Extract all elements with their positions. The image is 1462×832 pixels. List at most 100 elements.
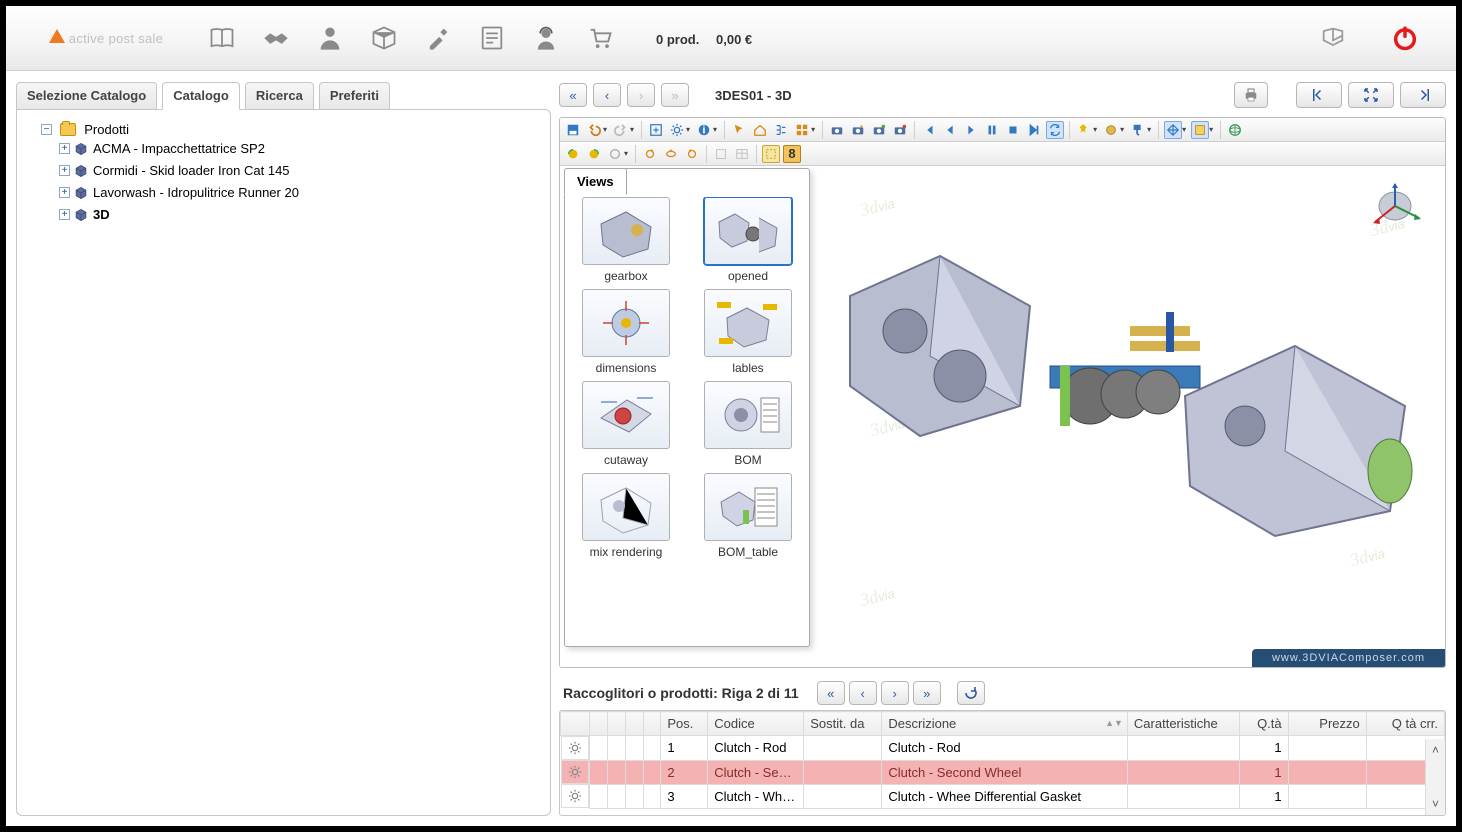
handshake-icon[interactable] xyxy=(260,22,292,54)
col-qtacrr[interactable]: Q tà crr. xyxy=(1366,712,1444,736)
tree-toggle-root[interactable]: − xyxy=(41,124,52,135)
collapse-left-button[interactable] xyxy=(1296,82,1342,108)
loop-icon[interactable] xyxy=(1046,121,1064,139)
play-icon[interactable] xyxy=(962,121,980,139)
view-thumb-bom[interactable] xyxy=(704,381,792,449)
row-gear-icon[interactable] xyxy=(561,760,590,784)
list-first-button[interactable]: « xyxy=(817,681,845,705)
camera-icon[interactable] xyxy=(828,121,846,139)
view-thumb-gearbox[interactable] xyxy=(582,197,670,265)
undo-icon[interactable] xyxy=(585,121,603,139)
package-icon[interactable] xyxy=(368,22,400,54)
col-caratteristiche[interactable]: Caratteristiche xyxy=(1127,712,1239,736)
home-icon[interactable] xyxy=(751,121,769,139)
tree-root-label[interactable]: Prodotti xyxy=(84,122,129,137)
col-descrizione[interactable]: Descrizione▲▼ xyxy=(882,712,1128,736)
camera2-icon[interactable] xyxy=(849,121,867,139)
count-badge[interactable]: 8 xyxy=(783,145,801,163)
last-icon[interactable] xyxy=(1025,121,1043,139)
view-thumb-opened[interactable] xyxy=(704,197,792,265)
document-icon[interactable] xyxy=(476,22,508,54)
print-button[interactable] xyxy=(1234,82,1268,108)
headset-icon[interactable] xyxy=(530,22,562,54)
paint-icon[interactable] xyxy=(1129,121,1147,139)
tree-toggle[interactable]: + xyxy=(59,143,70,154)
nav-last-button[interactable]: » xyxy=(661,83,689,107)
collapse-right-button[interactable] xyxy=(1400,82,1446,108)
camera4-icon[interactable] xyxy=(891,121,909,139)
power-icon[interactable] xyxy=(1389,22,1421,54)
view-thumb-bom-table[interactable] xyxy=(704,473,792,541)
cart-icon[interactable] xyxy=(584,22,616,54)
sphere-icon[interactable] xyxy=(1102,121,1120,139)
tab-preferiti[interactable]: Preferiti xyxy=(319,82,390,110)
redo-icon[interactable] xyxy=(612,121,630,139)
select-icon[interactable] xyxy=(730,121,748,139)
list-prev-button[interactable]: ‹ xyxy=(849,681,877,705)
rotate-ccw-icon[interactable] xyxy=(683,145,701,163)
rotate-cw-icon[interactable] xyxy=(641,145,659,163)
col-qta[interactable]: Q.tà xyxy=(1239,712,1288,736)
fit-icon[interactable] xyxy=(647,121,665,139)
tab-selezione-catalogo[interactable]: Selezione Catalogo xyxy=(16,82,157,110)
note-icon[interactable] xyxy=(1191,121,1209,139)
inbox-icon[interactable] xyxy=(1317,22,1349,54)
perspective-icon[interactable] xyxy=(712,145,730,163)
tree-item-label[interactable]: Cormidi - Skid loader Iron Cat 145 xyxy=(93,163,290,178)
tree-toggle[interactable]: + xyxy=(59,165,70,176)
tab-catalogo[interactable]: Catalogo xyxy=(162,82,240,110)
table-row[interactable]: 3 Clutch - Whee Differential Gasket Clut… xyxy=(561,784,1445,808)
col-pos[interactable]: Pos. xyxy=(661,712,708,736)
table-row[interactable]: 1 Clutch - Rod Clutch - Rod 1 xyxy=(561,736,1445,761)
view-thumb-cutaway[interactable] xyxy=(582,381,670,449)
row-gear-icon[interactable] xyxy=(561,736,590,760)
col-codice[interactable]: Codice xyxy=(708,712,804,736)
view-thumb-mix-rendering[interactable] xyxy=(582,473,670,541)
table-scrollbar[interactable]: ˄ ˅ xyxy=(1425,739,1445,815)
save-icon[interactable] xyxy=(564,121,582,139)
col-sostit[interactable]: Sostit. da xyxy=(804,712,882,736)
first-icon[interactable] xyxy=(920,121,938,139)
list-refresh-button[interactable] xyxy=(957,681,985,705)
nav-next-button[interactable]: › xyxy=(627,83,655,107)
scroll-down-icon[interactable]: ˅ xyxy=(1432,797,1439,811)
settings-icon[interactable] xyxy=(668,121,686,139)
col-prezzo[interactable]: Prezzo xyxy=(1288,712,1366,736)
person-icon[interactable] xyxy=(314,22,346,54)
spin-right-icon[interactable] xyxy=(585,145,603,163)
globe-icon[interactable] xyxy=(1226,121,1244,139)
spin-manual-icon[interactable] xyxy=(606,145,624,163)
scroll-up-icon[interactable]: ˄ xyxy=(1432,743,1439,757)
rotate-up-icon[interactable] xyxy=(662,145,680,163)
move-icon[interactable] xyxy=(1164,121,1182,139)
info-icon[interactable]: i xyxy=(695,121,713,139)
row-gear-icon[interactable] xyxy=(561,784,590,808)
tree-toggle[interactable]: + xyxy=(59,187,70,198)
tree-toggle[interactable]: + xyxy=(59,209,70,220)
nav-first-button[interactable]: « xyxy=(559,83,587,107)
view-thumb-lables[interactable] xyxy=(704,289,792,357)
table-row[interactable]: 2 Clutch - Second Wheel Clutch - Second … xyxy=(561,760,1445,784)
views-tab[interactable]: Views xyxy=(564,168,627,195)
list-last-button[interactable]: » xyxy=(913,681,941,705)
prev-icon[interactable] xyxy=(941,121,959,139)
expand-button[interactable] xyxy=(1348,82,1394,108)
list-next-button[interactable]: › xyxy=(881,681,909,705)
book-icon[interactable] xyxy=(206,22,238,54)
highlight-icon[interactable] xyxy=(762,145,780,163)
tree-item-label[interactable]: Lavorwash - Idropulitrice Runner 20 xyxy=(93,185,299,200)
camera3-icon[interactable] xyxy=(870,121,888,139)
tree-item-label[interactable]: 3D xyxy=(93,207,110,222)
stop-icon[interactable] xyxy=(1004,121,1022,139)
tools-icon[interactable] xyxy=(422,22,454,54)
view-thumb-dimensions[interactable] xyxy=(582,289,670,357)
spin-left-icon[interactable] xyxy=(564,145,582,163)
pin-icon[interactable] xyxy=(1075,121,1093,139)
grid-icon[interactable] xyxy=(793,121,811,139)
table-icon[interactable] xyxy=(733,145,751,163)
tree-item-label[interactable]: ACMA - Impacchettatrice SP2 xyxy=(93,141,265,156)
pause-icon[interactable] xyxy=(983,121,1001,139)
nav-prev-button[interactable]: ‹ xyxy=(593,83,621,107)
tree-icon[interactable] xyxy=(772,121,790,139)
tab-ricerca[interactable]: Ricerca xyxy=(245,82,314,110)
